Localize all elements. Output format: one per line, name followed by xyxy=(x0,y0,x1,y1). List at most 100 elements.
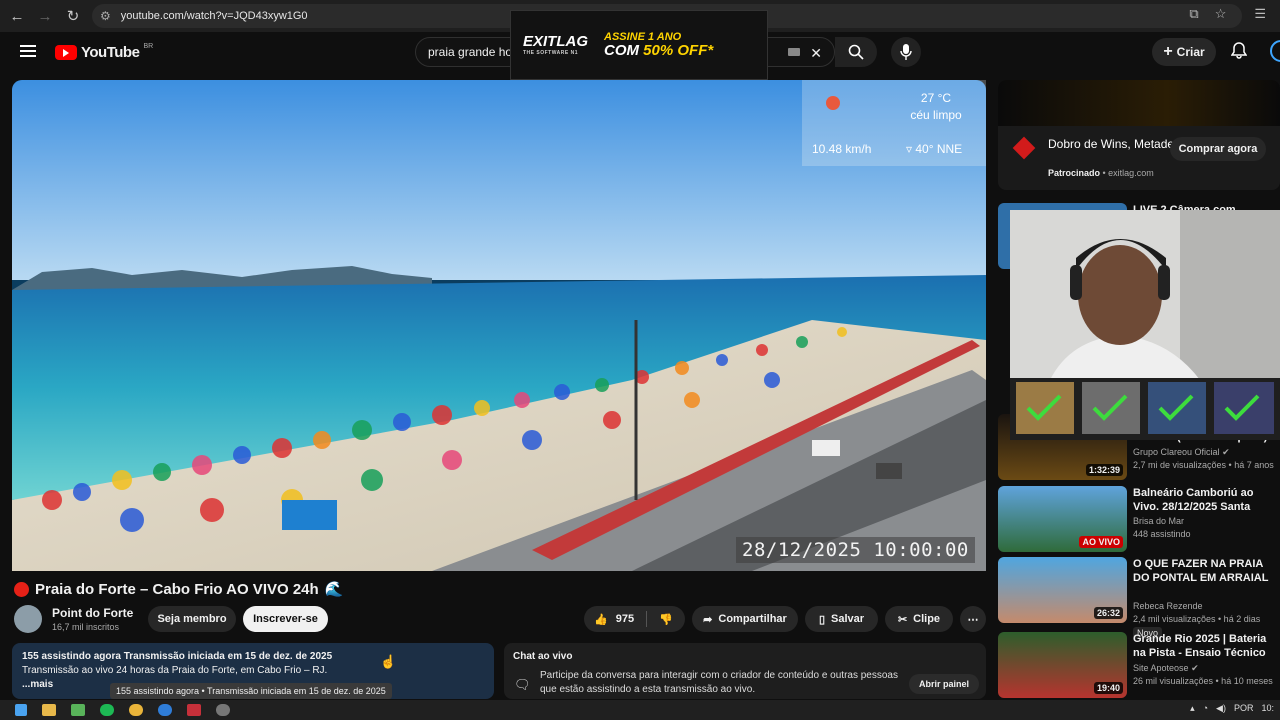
streamer-webcam-overlay xyxy=(1010,210,1280,440)
recommended-title[interactable]: O QUE FAZER NA PRAIA DO PONTAL EM ARRAIA… xyxy=(1133,557,1280,585)
clock[interactable]: 10: xyxy=(1261,703,1274,714)
wind-direction-text: 40° NNE xyxy=(915,142,963,156)
recommended-title[interactable]: Balneário Camboriú ao Vivo. 28/12/2025 S… xyxy=(1133,486,1280,514)
app-icon[interactable] xyxy=(216,704,230,716)
search-button[interactable] xyxy=(835,37,877,67)
youtube-logo[interactable]: YouTube BR xyxy=(55,43,153,61)
recommended-meta: 26 mil visualizações • há 10 meses xyxy=(1133,676,1273,686)
verified-icon: ✔ xyxy=(1222,447,1230,457)
voice-search-button[interactable] xyxy=(891,37,921,67)
like-dislike-group: 👍 975 👎 xyxy=(584,606,685,632)
open-chat-button[interactable]: Abrir painel xyxy=(909,674,979,694)
video-title: Praia do Forte – Cabo Frio AO VIVO 24h 🌊 xyxy=(14,580,343,598)
file-explorer-icon[interactable] xyxy=(42,704,56,716)
channel-name[interactable]: Point do Forte xyxy=(52,606,133,620)
weather-overlay: 27 °C céu limpo 10.48 km/h ▿ 40° NNE xyxy=(802,80,986,166)
recommended-meta: 2,4 mil visualizações • há 2 dias xyxy=(1133,614,1261,624)
webcam-person-image xyxy=(1010,210,1280,440)
tray-icon[interactable]: ▴ xyxy=(1190,703,1195,714)
thumbs-down-icon[interactable]: 👎 xyxy=(659,613,673,626)
thumbs-up-icon: 👍 xyxy=(594,613,608,626)
recommended-video[interactable]: AO VIVO Balneário Camboriú ao Vivo. 28/1… xyxy=(998,486,1280,552)
tooltip: 155 assistindo agora • Transmissão inici… xyxy=(110,683,392,699)
subscriber-count: 16,7 mil inscritos xyxy=(52,622,120,632)
reload-icon[interactable]: ↻ xyxy=(62,5,84,27)
cast-icon[interactable]: ⧉ xyxy=(1189,6,1198,22)
wind-direction: ▿ 40° NNE xyxy=(906,142,962,156)
recommended-title[interactable]: Grande Rio 2025 | Bateria na Pista - Ens… xyxy=(1133,632,1280,660)
app-icon[interactable] xyxy=(158,704,172,716)
chat-bubble-icon: 🗨 xyxy=(514,677,531,692)
video-timestamp: 28/12/2025 10:00:00 xyxy=(736,537,975,563)
chrome-icon[interactable] xyxy=(129,704,143,716)
save-label: Salvar xyxy=(831,613,865,625)
create-button[interactable]: + Criar xyxy=(1152,38,1216,66)
live-chat-panel: Chat ao vivo 🗨 Participe da conversa par… xyxy=(504,643,986,699)
wind-arrow-icon: ▿ xyxy=(906,142,916,156)
description-stats: 155 assistindo agora Transmissão iniciad… xyxy=(22,651,333,662)
video-thumbnail[interactable]: AO VIVO xyxy=(998,486,1127,552)
menu-icon[interactable] xyxy=(20,45,36,57)
search-value: praia grande ho xyxy=(428,45,513,59)
recommended-meta: 448 assistindo xyxy=(1133,529,1191,539)
reading-list-icon[interactable]: ☰ xyxy=(1254,6,1266,22)
scissors-icon: ✂ xyxy=(897,613,908,626)
windows-start-icon[interactable] xyxy=(15,704,27,716)
network-icon[interactable]: ◔ xyxy=(1203,703,1208,714)
url-text: youtube.com/watch?v=JQD43xyw1G0 xyxy=(120,10,308,22)
video-duration: 1:32:39 xyxy=(1085,464,1123,476)
join-button[interactable]: Seja membro xyxy=(148,606,236,632)
video-thumbnail[interactable]: 19:40 xyxy=(998,632,1127,698)
recommended-video[interactable]: 26:32 O QUE FAZER NA PRAIA DO PONTAL EM … xyxy=(998,557,1280,639)
forward-icon[interactable]: → xyxy=(34,5,56,27)
wave-icon: 🌊 xyxy=(324,581,344,598)
like-button[interactable]: 👍 975 xyxy=(594,613,634,626)
video-duration: 26:32 xyxy=(1093,607,1123,619)
site-info-icon[interactable]: ⚙ xyxy=(100,9,111,23)
bookmark-icon: ▯ xyxy=(818,613,826,626)
keyboard-icon[interactable] xyxy=(788,48,800,56)
language-indicator[interactable]: POR xyxy=(1234,703,1254,714)
more-actions-icon[interactable]: ⋯ xyxy=(960,606,986,632)
recommended-channel[interactable]: Rebeca Rezende xyxy=(1133,600,1203,613)
recommended-video[interactable]: 19:40 Grande Rio 2025 | Bateria na Pista… xyxy=(998,632,1280,698)
subscribe-button[interactable]: Inscrever-se xyxy=(243,606,328,632)
spotify-icon[interactable] xyxy=(100,704,114,716)
chat-prompt-text: Participe da conversa para interagir com… xyxy=(540,670,898,695)
exitlag-banner-ad[interactable]: EXITLAG THE SOFTWARE N1 ASSINE 1 ANO COM … xyxy=(510,10,768,80)
app-icon[interactable] xyxy=(187,704,201,716)
clip-button[interactable]: ✂ Clipe xyxy=(885,606,953,632)
recommended-channel[interactable]: Grupo Clareou Oficial ✔ xyxy=(1133,446,1230,459)
like-count: 975 xyxy=(615,613,635,625)
plus-icon: + xyxy=(1163,43,1173,60)
ad-sponsor-line: Patrocinado • exitlag.com xyxy=(1048,168,1154,178)
ad-line-2: COM 50% OFF* xyxy=(604,42,714,59)
logo-text: YouTube xyxy=(81,44,140,61)
channel-avatar[interactable] xyxy=(14,605,42,633)
sponsored-ad-card[interactable]: Dobro de Wins, Metade do Preço Patrocina… xyxy=(998,80,1280,190)
share-label: Compartilhar xyxy=(718,613,787,625)
buy-now-button[interactable]: Comprar agora xyxy=(1170,137,1266,161)
search-icon xyxy=(848,44,864,60)
mouse-cursor-icon: ☝ xyxy=(380,654,397,669)
video-thumbnail[interactable]: 26:32 xyxy=(998,557,1127,623)
volume-icon[interactable]: ◀) xyxy=(1216,703,1226,714)
wind-speed: 10.48 km/h xyxy=(812,142,872,156)
clear-search-icon[interactable]: ✕ xyxy=(810,45,822,62)
video-duration: 19:40 xyxy=(1093,682,1123,694)
ad-banner-image[interactable] xyxy=(998,80,1280,126)
save-button[interactable]: ▯ Salvar xyxy=(805,606,878,632)
notifications-bell-icon[interactable] xyxy=(1230,42,1248,62)
back-icon[interactable]: ← xyxy=(6,5,28,27)
temperature: 27 °C xyxy=(920,91,952,105)
recommended-channel[interactable]: Site Apoteose ✔ xyxy=(1133,662,1199,675)
live-indicator-icon xyxy=(14,581,29,597)
verified-icon: ✔ xyxy=(1191,663,1199,673)
bookmark-star-icon[interactable]: ☆ xyxy=(1215,6,1227,22)
recommended-meta: 2,7 mi de visualizações • há 7 anos xyxy=(1133,460,1274,470)
share-button[interactable]: ➦ Compartilhar xyxy=(692,606,798,632)
create-label: Criar xyxy=(1176,45,1205,59)
clip-label: Clipe xyxy=(913,613,941,625)
recommended-channel[interactable]: Brisa do Mar xyxy=(1133,515,1184,528)
app-icon[interactable] xyxy=(71,704,85,716)
